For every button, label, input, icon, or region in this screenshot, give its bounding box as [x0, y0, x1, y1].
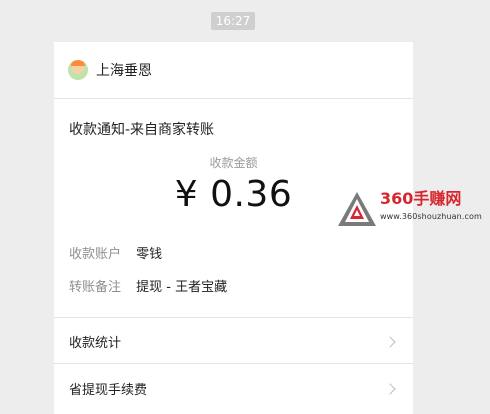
merchant-header[interactable]: 上海垂恩	[54, 42, 413, 99]
watermark-url: www.360shouzhuan.com	[380, 212, 482, 221]
message-timestamp: 16:27	[211, 12, 255, 30]
amount-label: 收款金额	[209, 156, 258, 170]
chevron-right-icon	[384, 382, 396, 395]
divider	[54, 363, 413, 364]
triangle-logo-icon	[338, 192, 376, 226]
link-label: 省提现手续费	[69, 383, 148, 398]
notice-title: 收款通知-来自商家转账	[69, 122, 215, 138]
link-save-withdraw-fee[interactable]: 省提现手续费	[69, 379, 398, 398]
divider	[54, 317, 413, 318]
watermark-brand: 360手赚网	[380, 189, 462, 208]
link-collection-stats[interactable]: 收款统计	[69, 332, 398, 351]
chevron-right-icon	[384, 335, 396, 348]
detail-value: 零钱	[136, 247, 163, 262]
detail-value: 提现 - 王者宝藏	[136, 280, 228, 295]
link-label: 收款统计	[69, 336, 122, 351]
merchant-name: 上海垂恩	[96, 63, 152, 79]
detail-key: 收款账户	[69, 247, 122, 262]
detail-key: 转账备注	[69, 280, 122, 295]
detail-row-remark: 转账备注 提现 - 王者宝藏	[69, 276, 227, 295]
detail-row-account: 收款账户 零钱	[69, 243, 162, 262]
watermark: 360手赚网 www.360shouzhuan.com	[336, 186, 490, 232]
avatar-icon	[68, 60, 88, 80]
